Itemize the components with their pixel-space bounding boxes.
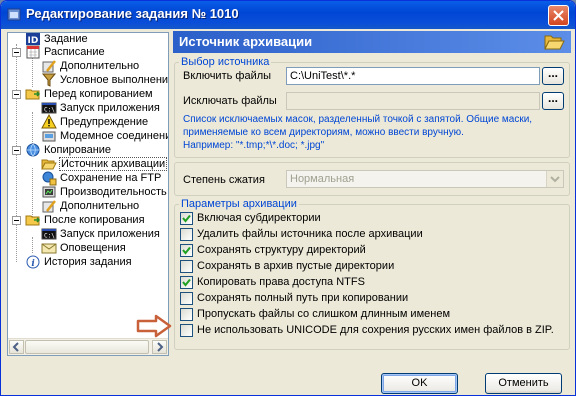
exclude-files-input[interactable] xyxy=(286,92,540,110)
dropdown-button[interactable] xyxy=(546,171,563,187)
chevron-right-icon xyxy=(157,342,164,352)
scroll-thumb[interactable] xyxy=(25,340,149,354)
title-bar[interactable]: Редактирование задания № 1010 xyxy=(1,1,575,29)
save-full-path-label: Сохранять полный путь при копировании xyxy=(197,292,409,304)
compression-value: Нормальная xyxy=(290,173,355,185)
no-unicode-zip-checkbox[interactable] xyxy=(180,324,193,337)
app-icon xyxy=(7,8,21,21)
cancel-button[interactable]: Отменить xyxy=(485,373,562,394)
no-unicode-zip-label: Не использовать UNICODE для сохрения рус… xyxy=(197,324,554,336)
save-empty-dirs-checkbox[interactable] xyxy=(180,260,193,273)
scroll-right-button[interactable] xyxy=(152,340,167,354)
archive-params-legend: Параметры архивации xyxy=(181,198,297,210)
settings-tree[interactable]: ID Задание Расписание Дополнительно Усло… xyxy=(7,32,169,356)
include-subdirs-checkbox[interactable] xyxy=(180,212,193,225)
ok-button[interactable]: OK xyxy=(381,373,458,394)
mail-icon xyxy=(41,243,57,254)
info-icon: i xyxy=(26,255,40,269)
tree-horizontal-scrollbar[interactable] xyxy=(8,338,168,355)
skip-long-names-checkbox[interactable] xyxy=(180,308,193,321)
compression-label: Степень сжатия xyxy=(183,174,265,186)
task-editor-window: Редактирование задания № 1010 ID Задание… xyxy=(0,0,576,396)
folder-arrow-icon xyxy=(25,215,41,226)
highlight-arrow-icon xyxy=(136,314,172,338)
exclude-browse-button[interactable]: ... xyxy=(542,92,564,110)
checkmark-icon xyxy=(182,246,191,255)
include-files-label: Включить файлы xyxy=(183,70,272,82)
chevron-left-icon xyxy=(12,342,19,352)
expand-copy-toggle[interactable] xyxy=(12,146,21,155)
include-files-input[interactable]: C:\UniTest\*.* xyxy=(286,67,540,85)
close-icon xyxy=(553,10,564,21)
compression-select[interactable]: Нормальная xyxy=(286,170,564,188)
expand-schedule-toggle[interactable] xyxy=(12,48,21,57)
include-browse-button[interactable]: ... xyxy=(542,67,564,85)
skip-long-names-label: Пропускать файлы со слишком длинным имен… xyxy=(197,308,451,320)
folder-arrow-icon xyxy=(25,89,41,100)
close-button[interactable] xyxy=(548,5,569,26)
exclude-files-label: Исключать файлы xyxy=(183,95,277,107)
keep-structure-checkbox[interactable] xyxy=(180,244,193,257)
checkmark-icon xyxy=(182,278,191,287)
expand-before-copy-toggle[interactable] xyxy=(12,90,21,99)
include-subdirs-label: Включая субдиректории xyxy=(197,212,321,224)
save-empty-dirs-label: Сохранять в архив пустые директории xyxy=(197,260,395,272)
save-full-path-checkbox[interactable] xyxy=(180,292,193,305)
expand-after-copy-toggle[interactable] xyxy=(12,216,21,225)
source-group-legend: Выбор источника xyxy=(181,56,270,68)
keep-structure-label: Сохранять структуру директорий xyxy=(197,244,366,256)
copy-ntfs-rights-checkbox[interactable] xyxy=(180,276,193,289)
calendar-icon xyxy=(26,45,40,59)
delete-source-checkbox[interactable] xyxy=(180,228,193,241)
panel-header: Источник архивации xyxy=(173,31,571,53)
exclude-hint-line-3: Например: "*.tmp;*\*.doc; *.jpg" xyxy=(183,140,325,151)
scroll-left-button[interactable] xyxy=(9,340,24,354)
open-folder-icon xyxy=(544,35,565,50)
chevron-down-icon xyxy=(550,176,560,183)
modem-icon xyxy=(42,131,56,142)
copy-globe-icon xyxy=(26,143,40,157)
panel-title: Источник архивации xyxy=(179,34,313,49)
settings-pencil-icon xyxy=(42,200,56,213)
window-title: Редактирование задания № 1010 xyxy=(26,6,239,21)
svg-text:C:\: C:\ xyxy=(44,233,55,240)
exclude-hint-line-1: Список исключаемых масок, разделенный то… xyxy=(183,114,533,125)
copy-ntfs-rights-label: Копировать права доступа NTFS xyxy=(197,276,365,288)
checkmark-icon xyxy=(182,214,191,223)
filter-icon xyxy=(41,73,57,87)
svg-text:i: i xyxy=(31,259,35,269)
delete-source-label: Удалить файлы источника после архивации xyxy=(197,228,423,240)
exclude-hint-line-2: применяемые ко всем директориям, можно в… xyxy=(183,127,464,138)
svg-text:C:\: C:\ xyxy=(44,107,55,114)
